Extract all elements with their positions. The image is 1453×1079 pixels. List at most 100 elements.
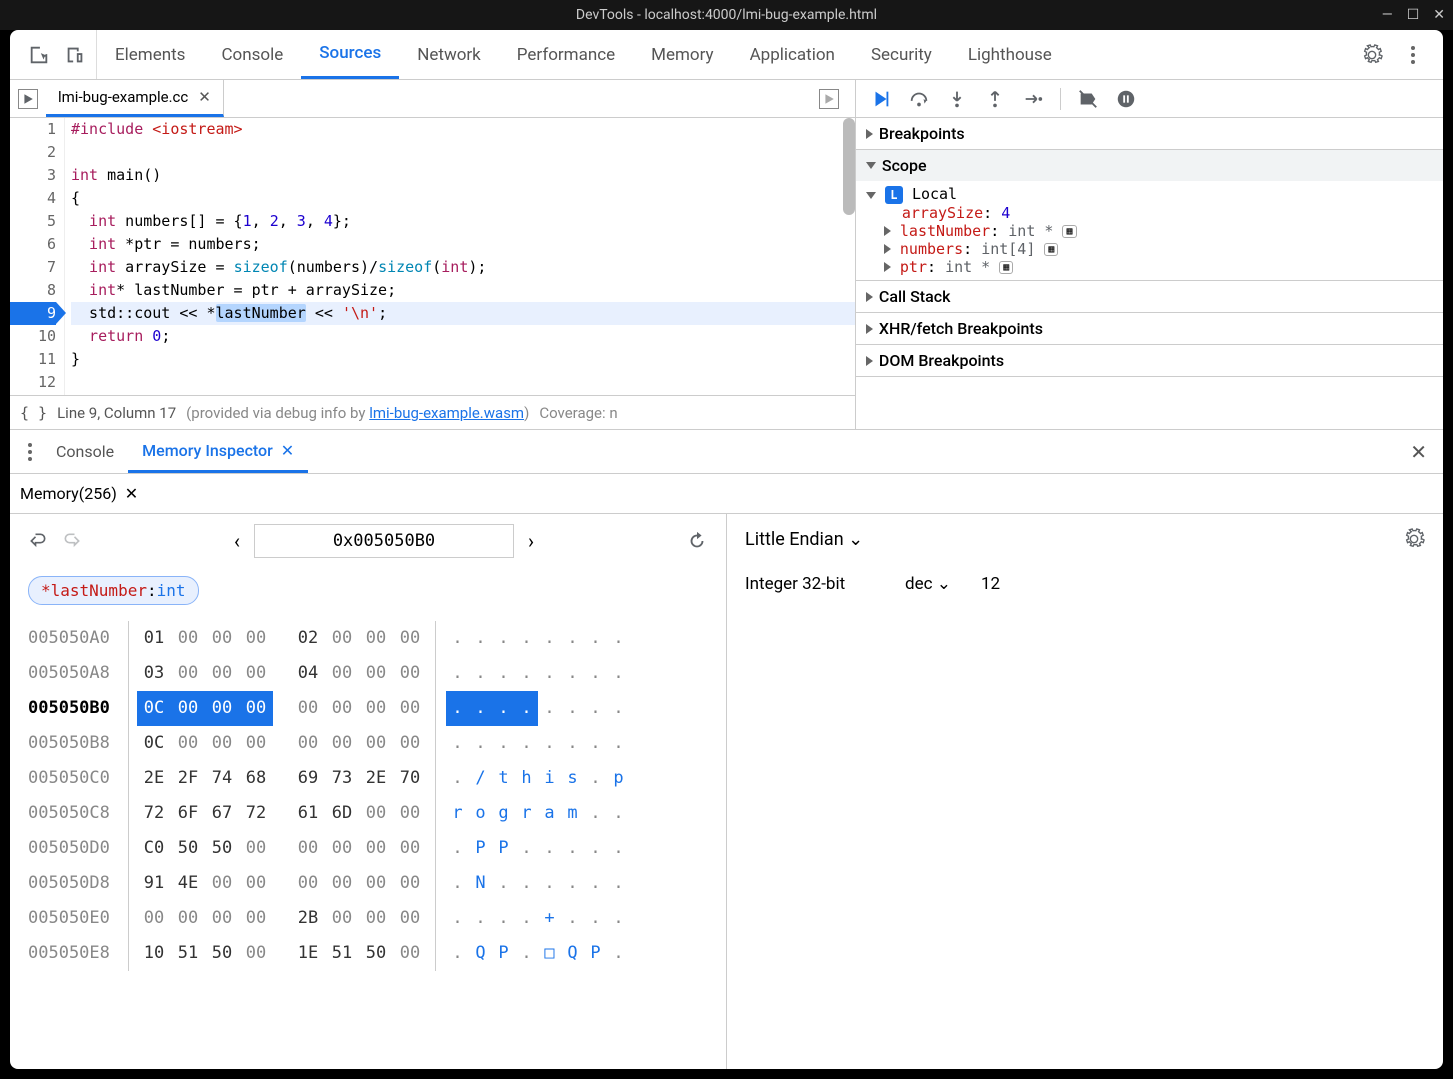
hex-byte[interactable]: 00 xyxy=(205,656,239,691)
drawer-menu-icon[interactable] xyxy=(18,443,42,461)
value-repr-select[interactable]: dec ⌄ xyxy=(905,574,951,594)
ascii-char[interactable]: . xyxy=(446,691,469,726)
ascii-char[interactable]: . xyxy=(492,726,515,761)
ascii-char[interactable]: . xyxy=(561,866,584,901)
hex-byte[interactable]: 00 xyxy=(393,691,427,726)
ascii-char[interactable]: . xyxy=(515,831,538,866)
hex-byte[interactable]: 2F xyxy=(171,761,205,796)
ascii-char[interactable]: . xyxy=(561,656,584,691)
step-icon[interactable] xyxy=(1022,88,1044,110)
hex-byte[interactable]: 00 xyxy=(325,866,359,901)
ascii-char[interactable]: . xyxy=(446,936,469,971)
hex-byte[interactable]: 50 xyxy=(171,831,205,866)
file-tab-active[interactable]: lmi-bug-example.cc ✕ xyxy=(46,80,224,117)
ascii-char[interactable]: . xyxy=(584,796,607,831)
hex-byte[interactable]: 00 xyxy=(239,901,273,936)
hex-byte[interactable]: 00 xyxy=(393,831,427,866)
ascii-char[interactable]: . xyxy=(515,866,538,901)
hex-byte[interactable]: 00 xyxy=(393,901,427,936)
hex-byte[interactable]: 00 xyxy=(393,796,427,831)
ascii-char[interactable]: t xyxy=(492,761,515,796)
ascii-char[interactable]: . xyxy=(515,621,538,656)
hex-byte[interactable]: 00 xyxy=(205,621,239,656)
hex-byte[interactable]: 00 xyxy=(137,901,171,936)
ascii-char[interactable]: / xyxy=(469,761,492,796)
ascii-char[interactable]: . xyxy=(584,621,607,656)
hex-byte[interactable]: 00 xyxy=(239,656,273,691)
ascii-char[interactable]: . xyxy=(561,901,584,936)
ascii-char[interactable]: r xyxy=(446,796,469,831)
tab-lighthouse[interactable]: Lighthouse xyxy=(950,30,1070,79)
ascii-char[interactable]: . xyxy=(538,831,561,866)
hex-byte[interactable]: 0C xyxy=(137,726,171,761)
hex-byte[interactable]: 72 xyxy=(239,796,273,831)
hex-byte[interactable]: 00 xyxy=(239,691,273,726)
ascii-char[interactable]: . xyxy=(446,761,469,796)
tab-elements[interactable]: Elements xyxy=(97,30,203,79)
minimize-icon[interactable]: — xyxy=(1382,7,1393,23)
close-tab-icon[interactable]: ✕ xyxy=(198,88,211,106)
memory-buffer-tab[interactable]: Memory(256) xyxy=(20,484,117,503)
hex-byte[interactable]: 00 xyxy=(325,726,359,761)
ascii-char[interactable]: g xyxy=(492,796,515,831)
hex-byte[interactable]: 1E xyxy=(291,936,325,971)
ascii-char[interactable]: . xyxy=(538,621,561,656)
hex-byte[interactable]: 6F xyxy=(171,796,205,831)
ascii-char[interactable]: . xyxy=(469,691,492,726)
hex-byte[interactable]: 00 xyxy=(325,656,359,691)
settings-gear-icon[interactable] xyxy=(1361,44,1383,66)
ascii-char[interactable]: Q xyxy=(469,936,492,971)
hex-byte[interactable]: 00 xyxy=(393,936,427,971)
maximize-icon[interactable]: ☐ xyxy=(1407,7,1420,23)
hex-byte[interactable]: 00 xyxy=(359,691,393,726)
hex-byte[interactable]: 73 xyxy=(325,761,359,796)
ascii-char[interactable]: r xyxy=(515,796,538,831)
hex-byte[interactable]: 00 xyxy=(393,621,427,656)
hex-byte[interactable]: 51 xyxy=(325,936,359,971)
more-menu-icon[interactable] xyxy=(1401,46,1425,64)
ascii-char[interactable]: P xyxy=(492,936,515,971)
ascii-char[interactable]: . xyxy=(469,901,492,936)
hex-byte[interactable]: 91 xyxy=(137,866,171,901)
hex-byte[interactable]: 00 xyxy=(325,621,359,656)
hex-byte[interactable]: 69 xyxy=(291,761,325,796)
drawer-tab-memory-inspector[interactable]: Memory Inspector✕ xyxy=(128,430,308,473)
ascii-char[interactable]: . xyxy=(561,831,584,866)
step-over-icon[interactable] xyxy=(908,88,930,110)
hex-byte[interactable]: 50 xyxy=(205,831,239,866)
ascii-char[interactable]: . xyxy=(446,866,469,901)
close-memory-tab-icon[interactable]: ✕ xyxy=(125,484,138,503)
refresh-icon[interactable] xyxy=(686,530,708,552)
ascii-char[interactable]: . xyxy=(469,656,492,691)
close-icon[interactable]: ✕ xyxy=(281,441,294,460)
device-toolbar-icon[interactable] xyxy=(64,44,86,66)
ascii-char[interactable]: . xyxy=(469,621,492,656)
ascii-char[interactable]: . xyxy=(607,796,630,831)
tab-console[interactable]: Console xyxy=(203,30,301,79)
ascii-char[interactable]: m xyxy=(561,796,584,831)
hex-byte[interactable]: 0C xyxy=(137,691,171,726)
hex-byte[interactable]: 00 xyxy=(325,831,359,866)
tab-sources[interactable]: Sources xyxy=(301,30,399,79)
hex-byte[interactable]: 00 xyxy=(359,726,393,761)
deactivate-breakpoints-icon[interactable] xyxy=(1077,88,1099,110)
address-input[interactable] xyxy=(254,524,514,558)
scope-section[interactable]: Scope xyxy=(856,150,1443,181)
wasm-link[interactable]: lmi-bug-example.wasm xyxy=(369,404,524,422)
prev-page-icon[interactable]: ‹ xyxy=(234,529,240,553)
next-page-icon[interactable]: › xyxy=(528,529,534,553)
hex-byte[interactable]: 4E xyxy=(171,866,205,901)
ascii-char[interactable]: . xyxy=(538,726,561,761)
hex-byte[interactable]: 00 xyxy=(359,831,393,866)
step-into-icon[interactable] xyxy=(946,88,968,110)
hex-byte[interactable]: 03 xyxy=(137,656,171,691)
code-editor[interactable]: 1234 5678 9101112 #include <iostream> in… xyxy=(10,118,855,395)
hex-byte[interactable]: 00 xyxy=(205,901,239,936)
ascii-char[interactable]: . xyxy=(584,866,607,901)
tab-application[interactable]: Application xyxy=(732,30,853,79)
ascii-char[interactable]: . xyxy=(607,901,630,936)
hex-byte[interactable]: 00 xyxy=(205,726,239,761)
navigator-toggle-icon[interactable] xyxy=(18,89,38,109)
ascii-char[interactable]: . xyxy=(607,866,630,901)
snippet-run-icon[interactable] xyxy=(819,89,839,109)
